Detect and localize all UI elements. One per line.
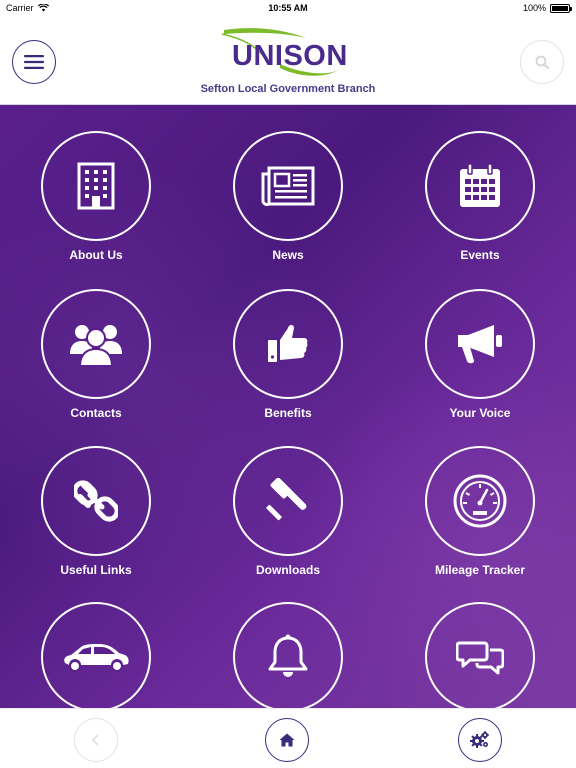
- tile-label: Benefits: [264, 406, 312, 420]
- tile-events[interactable]: Events: [405, 131, 555, 281]
- tile-notifications[interactable]: [213, 602, 363, 708]
- tile-label: News: [272, 248, 304, 262]
- building-icon: [77, 162, 115, 210]
- status-bar: Carrier 10:55 AM 100%: [0, 0, 576, 16]
- tile-label: Mileage Tracker: [434, 563, 526, 577]
- chevron-left-icon: [91, 734, 99, 746]
- tile-news[interactable]: News: [213, 131, 363, 281]
- speedometer-icon: [453, 474, 507, 528]
- menu-grid: About Us News Events Contacts Benefits Y…: [0, 105, 576, 708]
- chat-bubbles-icon: [456, 641, 504, 675]
- newspaper-icon: [261, 166, 315, 206]
- megaphone-icon: [458, 325, 502, 364]
- tile-your-voice[interactable]: Your Voice: [405, 289, 555, 439]
- tile-mileage-tracker[interactable]: Mileage Tracker: [405, 446, 555, 596]
- tile-useful-links[interactable]: Useful Links: [21, 446, 171, 596]
- status-left: Carrier: [6, 3, 49, 13]
- tile-label: Downloads: [255, 563, 320, 577]
- tile-label: Useful Links: [60, 563, 132, 577]
- bell-icon: [268, 634, 308, 677]
- search-button[interactable]: [520, 40, 564, 84]
- battery-icon: [550, 3, 572, 13]
- status-right: 100%: [522, 3, 572, 13]
- thumbs-up-icon: [268, 325, 308, 362]
- unison-logo: UNISON: [210, 24, 366, 82]
- status-time: 10:55 AM: [268, 3, 308, 13]
- car-icon: [64, 644, 129, 672]
- tile-car[interactable]: [21, 602, 171, 708]
- wifi-icon: [37, 4, 49, 12]
- tile-contacts[interactable]: Contacts: [21, 289, 171, 439]
- tile-benefits[interactable]: Benefits: [213, 289, 363, 439]
- app-header: UNISON Sefton Local Government Branch: [0, 16, 576, 105]
- menu-button[interactable]: [12, 40, 56, 84]
- branch-name: Sefton Local Government Branch: [200, 83, 376, 95]
- tile-label: Contacts: [70, 406, 122, 420]
- logo-text: UNISON: [232, 40, 348, 72]
- calendar-icon: [460, 163, 500, 207]
- tile-chat[interactable]: [405, 602, 555, 708]
- gears-icon: [470, 731, 489, 748]
- carrier-label: Carrier: [6, 3, 34, 13]
- people-icon: [70, 325, 122, 366]
- tile-label: Events: [460, 248, 500, 262]
- tile-downloads[interactable]: Downloads: [213, 446, 363, 596]
- bottom-nav-bar: [0, 708, 576, 768]
- chain-link-icon: [74, 480, 118, 522]
- home-icon: [279, 733, 295, 747]
- hamburger-menu-icon: [24, 55, 44, 69]
- tile-label: About Us: [69, 248, 123, 262]
- battery-percent: 100%: [522, 3, 546, 13]
- home-button[interactable]: [265, 718, 309, 762]
- settings-button[interactable]: [458, 718, 502, 762]
- gavel-icon: [266, 478, 307, 521]
- search-icon: [535, 55, 549, 69]
- tile-label: Your Voice: [449, 406, 511, 420]
- tile-about-us[interactable]: About Us: [21, 131, 171, 281]
- back-button[interactable]: [74, 718, 118, 762]
